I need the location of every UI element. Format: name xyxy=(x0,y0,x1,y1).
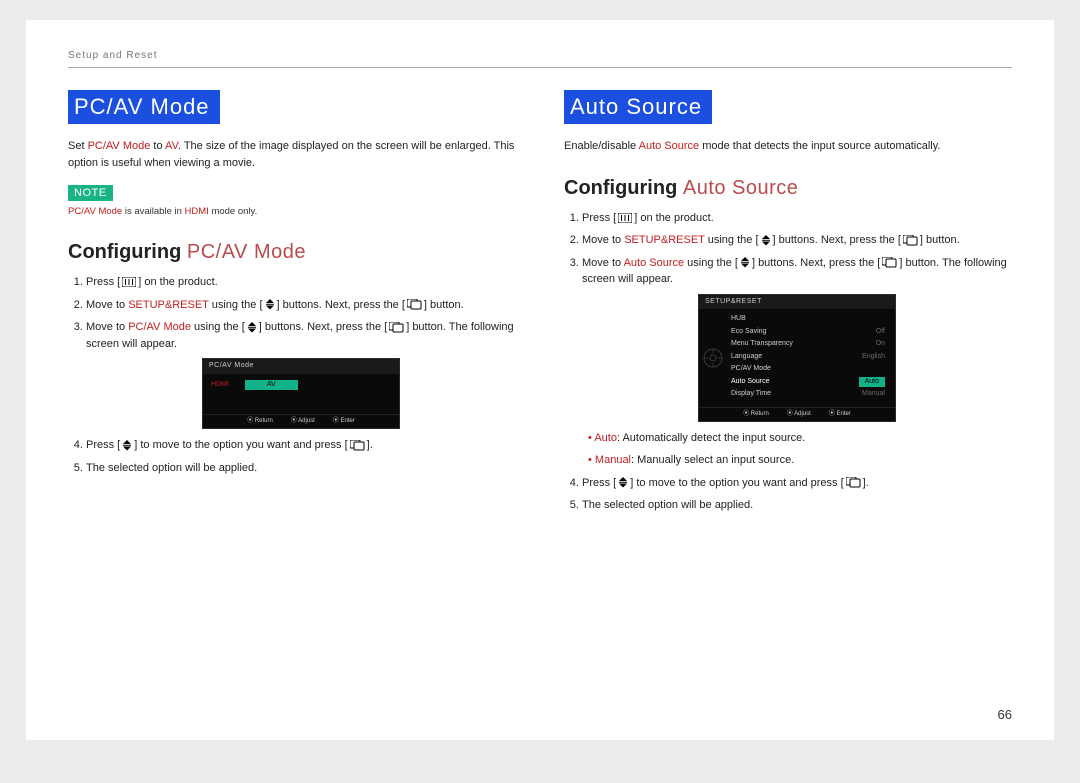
osd-screenshot-pcav: PC/AV Mode HDMI AV Return Adjust Enter xyxy=(202,358,400,429)
intro-autosource: Enable/disable Auto Source mode that det… xyxy=(564,138,1012,155)
enter-icon xyxy=(389,322,404,333)
steps-autosource: Press [] on the product. Move to SETUP&R… xyxy=(564,210,1012,514)
menu-icon xyxy=(618,213,632,223)
enter-icon xyxy=(903,235,918,246)
column-right: Auto Source Enable/disable Auto Source m… xyxy=(564,90,1012,520)
enter-icon xyxy=(846,477,861,488)
intro-pcav: Set PC/AV Mode to AV. The size of the im… xyxy=(68,138,516,171)
section-header: Setup and Reset xyxy=(68,50,1012,68)
note-tag: NOTE xyxy=(68,185,113,201)
step-4: Press [] to move to the option you want … xyxy=(582,475,1012,492)
page-number: 66 xyxy=(998,707,1012,722)
updown-icon xyxy=(618,477,628,488)
updown-icon xyxy=(761,235,771,246)
note-text: PC/AV Mode is available in HDMI mode onl… xyxy=(68,205,516,219)
step-5: The selected option will be applied. xyxy=(582,497,1012,514)
step-1: Press [] on the product. xyxy=(86,274,516,291)
step-2: Move to SETUP&RESET using the [] buttons… xyxy=(86,297,516,314)
enter-icon xyxy=(350,440,365,451)
manual-page: Setup and Reset PC/AV Mode Set PC/AV Mod… xyxy=(26,20,1054,740)
steps-pcav: Press [] on the product. Move to SETUP&R… xyxy=(68,274,516,476)
option-bullets: Auto: Automatically detect the input sou… xyxy=(582,430,1012,469)
enter-icon xyxy=(407,299,422,310)
heading-pcav: PC/AV Mode xyxy=(68,90,220,124)
step-4: Press [] to move to the option you want … xyxy=(86,437,516,454)
step-5: The selected option will be applied. xyxy=(86,460,516,477)
subhead-autosource: Configuring Auto Source xyxy=(564,177,1012,200)
step-3: Move to PC/AV Mode using the [] buttons.… xyxy=(86,319,516,429)
step-2: Move to SETUP&RESET using the [] buttons… xyxy=(582,232,1012,249)
column-left: PC/AV Mode Set PC/AV Mode to AV. The siz… xyxy=(68,90,516,520)
osd-screenshot-autosource: SETUP&RESET HUB Eco SavingOff Menu Trans… xyxy=(698,294,896,422)
step-3: Move to Auto Source using the [] buttons… xyxy=(582,255,1012,469)
updown-icon xyxy=(122,440,132,451)
enter-icon xyxy=(882,257,897,268)
menu-icon xyxy=(122,277,136,287)
updown-icon xyxy=(740,257,750,268)
step-1: Press [] on the product. xyxy=(582,210,1012,227)
heading-autosource: Auto Source xyxy=(564,90,712,124)
updown-icon xyxy=(265,299,275,310)
subhead-pcav: Configuring PC/AV Mode xyxy=(68,241,516,264)
updown-icon xyxy=(247,322,257,333)
